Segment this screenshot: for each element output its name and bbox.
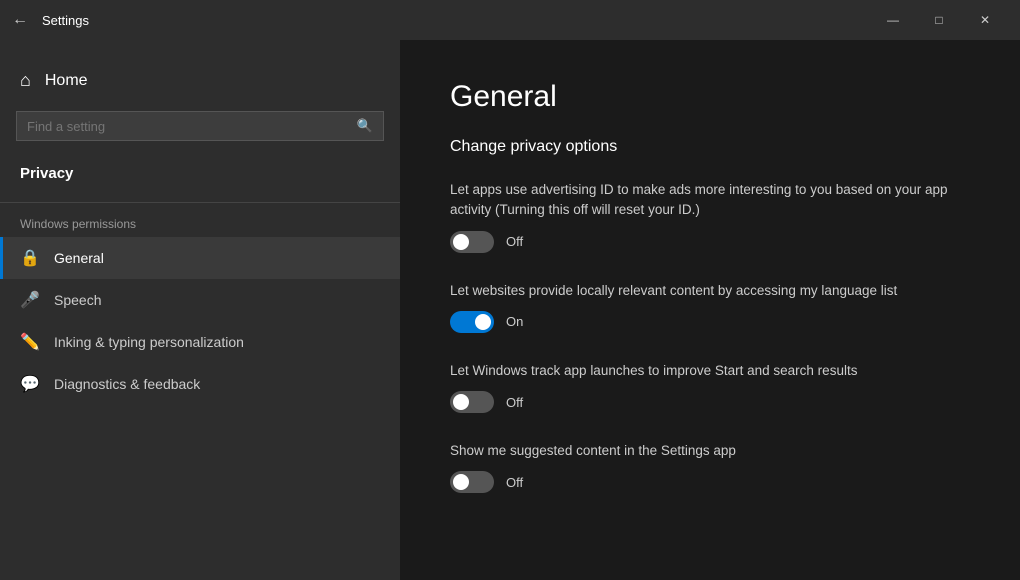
sidebar-item-general[interactable]: 🔒 General xyxy=(0,237,400,279)
search-box[interactable]: 🔍 xyxy=(16,111,384,141)
page-title: General xyxy=(450,80,970,114)
window-controls: — □ ✕ xyxy=(870,0,1008,40)
sidebar: ⌂ Home 🔍 Privacy Windows permissions 🔒 G… xyxy=(0,40,400,580)
sidebar-item-speech[interactable]: 🎤 Speech xyxy=(0,279,400,321)
setting-suggested: Show me suggested content in the Setting… xyxy=(450,441,970,493)
sidebar-item-inking[interactable]: ✏️ Inking & typing personalization xyxy=(0,321,400,363)
toggle-suggested[interactable] xyxy=(450,471,494,493)
toggle-suggested-knob xyxy=(453,474,469,490)
toggle-advertising-knob xyxy=(453,234,469,250)
section-title: Change privacy options xyxy=(450,138,970,156)
setting-language: Let websites provide locally relevant co… xyxy=(450,281,970,333)
toggle-row-advertising: Off xyxy=(450,231,970,253)
close-button[interactable]: ✕ xyxy=(962,0,1008,40)
minimize-button[interactable]: — xyxy=(870,0,916,40)
search-icon: 🔍 xyxy=(357,118,373,134)
sidebar-item-home[interactable]: ⌂ Home xyxy=(0,60,400,101)
main-content: General Change privacy options Let apps … xyxy=(400,40,1020,580)
toggle-row-language: On xyxy=(450,311,970,333)
home-label: Home xyxy=(45,72,88,90)
sidebar-item-inking-label: Inking & typing personalization xyxy=(54,334,244,350)
toggle-language[interactable] xyxy=(450,311,494,333)
sidebar-item-diagnostics-label: Diagnostics & feedback xyxy=(54,376,200,392)
toggle-row-tracking: Off xyxy=(450,391,970,413)
setting-language-description: Let websites provide locally relevant co… xyxy=(450,281,970,301)
app-title: Settings xyxy=(42,13,89,28)
toggle-tracking[interactable] xyxy=(450,391,494,413)
toggle-tracking-label: Off xyxy=(506,395,523,410)
setting-tracking: Let Windows track app launches to improv… xyxy=(450,361,970,413)
inking-icon: ✏️ xyxy=(20,332,40,352)
home-icon: ⌂ xyxy=(20,70,31,91)
toggle-advertising[interactable] xyxy=(450,231,494,253)
sidebar-item-speech-label: Speech xyxy=(54,292,101,308)
sidebar-item-general-label: General xyxy=(54,250,104,266)
setting-suggested-description: Show me suggested content in the Setting… xyxy=(450,441,970,461)
sidebar-section-label: Windows permissions xyxy=(0,207,400,237)
titlebar: ← Settings — □ ✕ xyxy=(0,0,1020,40)
sidebar-divider xyxy=(0,202,400,203)
diagnostics-icon: 💬 xyxy=(20,374,40,394)
general-icon: 🔒 xyxy=(20,248,40,268)
toggle-tracking-knob xyxy=(453,394,469,410)
toggle-row-suggested: Off xyxy=(450,471,970,493)
toggle-suggested-label: Off xyxy=(506,475,523,490)
speech-icon: 🎤 xyxy=(20,290,40,310)
maximize-button[interactable]: □ xyxy=(916,0,962,40)
setting-tracking-description: Let Windows track app launches to improv… xyxy=(450,361,970,381)
toggle-language-knob xyxy=(475,314,491,330)
sidebar-category: Privacy xyxy=(0,161,400,198)
sidebar-item-diagnostics[interactable]: 💬 Diagnostics & feedback xyxy=(0,363,400,405)
back-button[interactable]: ← xyxy=(12,11,28,29)
search-input[interactable] xyxy=(27,119,357,134)
toggle-advertising-label: Off xyxy=(506,234,523,249)
setting-advertising-description: Let apps use advertising ID to make ads … xyxy=(450,180,970,221)
toggle-language-label: On xyxy=(506,314,523,329)
setting-advertising: Let apps use advertising ID to make ads … xyxy=(450,180,970,253)
